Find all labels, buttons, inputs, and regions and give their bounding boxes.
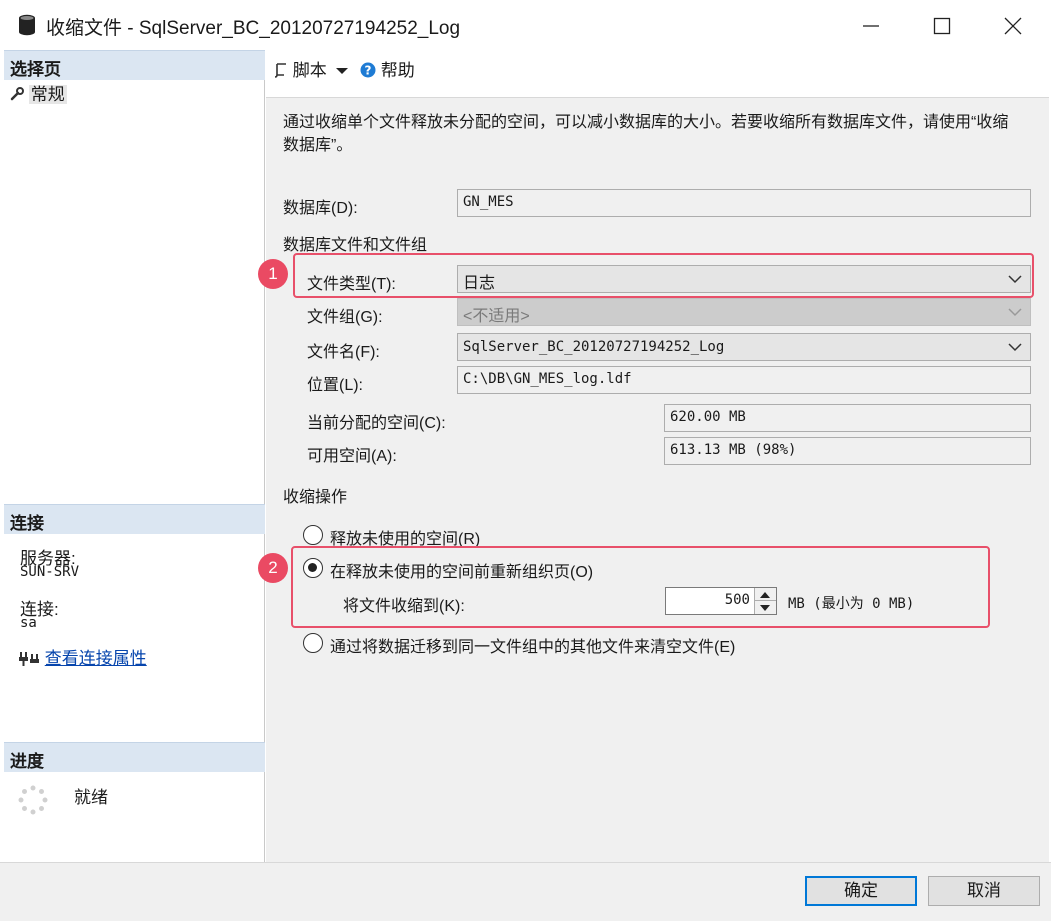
left-pane: 选择页 常规 连接 服务器: SUN-SRV 连接: sa 查看连接属性 进度 … bbox=[4, 50, 265, 862]
maximize-button[interactable] bbox=[907, 0, 977, 50]
page-item-general[interactable]: 常规 bbox=[10, 80, 67, 105]
main-content: 通过收缩单个文件释放未分配的空间，可以减小数据库的大小。若要收缩所有数据库文件，… bbox=[258, 97, 1049, 862]
dialog-footer: 确定 取消 bbox=[0, 862, 1051, 921]
ok-button[interactable]: 确定 bbox=[805, 876, 917, 906]
script-icon bbox=[274, 63, 286, 78]
script-label: 脚本 bbox=[292, 61, 327, 80]
file-name-value: SqlServer_BC_20120727194252_Log bbox=[463, 339, 725, 355]
callout-box-1 bbox=[293, 253, 1034, 298]
title-bar: 收缩文件 - SqlServer_BC_20120727194252_Log bbox=[0, 0, 1051, 50]
connection-header: 连接 bbox=[4, 504, 265, 534]
filegroup-select: <不适用> bbox=[457, 298, 1031, 326]
minimize-icon bbox=[863, 25, 879, 27]
callout-badge-2: 2 bbox=[258, 553, 288, 583]
filegroup-value: <不适用> bbox=[463, 308, 530, 325]
location-label: 位置(L): bbox=[307, 377, 364, 394]
filegroup-label: 文件组(G): bbox=[307, 309, 383, 326]
view-connection-properties[interactable]: 查看连接属性 bbox=[18, 644, 147, 669]
progress-spinner-icon bbox=[18, 785, 48, 815]
wrench-icon bbox=[10, 87, 24, 101]
available-field: 613.13 MB (98%) bbox=[664, 437, 1031, 465]
file-name-label: 文件名(F): bbox=[307, 344, 380, 361]
chevron-down-icon bbox=[1008, 308, 1022, 317]
maximize-icon bbox=[933, 17, 951, 35]
help-icon: ? bbox=[360, 62, 376, 78]
progress-status: 就绪 bbox=[74, 788, 108, 807]
file-name-select[interactable]: SqlServer_BC_20120727194252_Log bbox=[457, 333, 1031, 361]
svg-text:?: ? bbox=[365, 64, 372, 78]
select-page-header: 选择页 bbox=[4, 50, 265, 80]
close-icon bbox=[1004, 17, 1022, 35]
database-field: GN_MES bbox=[457, 189, 1031, 217]
chevron-down-icon bbox=[1008, 343, 1022, 352]
location-field: C:\DB\GN_MES_log.ldf bbox=[457, 366, 1031, 394]
database-icon bbox=[19, 14, 35, 36]
allocated-label: 当前分配的空间(C): bbox=[307, 415, 446, 432]
help-label: 帮助 bbox=[380, 61, 415, 80]
allocated-field: 620.00 MB bbox=[664, 404, 1031, 432]
chevron-down-icon[interactable] bbox=[335, 66, 349, 76]
progress-header: 进度 bbox=[4, 742, 265, 772]
cancel-button[interactable]: 取消 bbox=[928, 876, 1040, 906]
plug-icon bbox=[19, 652, 39, 666]
available-label: 可用空间(A): bbox=[307, 448, 397, 465]
shrink-heading: 收缩操作 bbox=[283, 489, 348, 506]
minimize-button[interactable] bbox=[836, 0, 906, 50]
radio-empty-file[interactable] bbox=[303, 633, 323, 653]
page-item-label: 常规 bbox=[28, 85, 67, 104]
help-button[interactable]: ? 帮助 bbox=[360, 56, 415, 81]
connection-value: sa bbox=[20, 615, 37, 631]
files-group-heading: 数据库文件和文件组 bbox=[283, 237, 428, 254]
callout-badge-1: 1 bbox=[258, 259, 288, 289]
callout-box-2 bbox=[291, 546, 990, 628]
close-button[interactable] bbox=[978, 0, 1048, 50]
window-title: 收缩文件 - SqlServer_BC_20120727194252_Log bbox=[46, 18, 461, 39]
script-button[interactable]: 脚本 bbox=[274, 56, 349, 81]
radio-empty-file-label[interactable]: 通过将数据迁移到同一文件组中的其他文件来清空文件(E) bbox=[330, 633, 735, 657]
view-connection-properties-link[interactable]: 查看连接属性 bbox=[45, 649, 147, 668]
radio-release-unused[interactable] bbox=[303, 525, 323, 545]
toolbar: 脚本 ? 帮助 bbox=[266, 50, 1051, 94]
server-value: SUN-SRV bbox=[20, 564, 80, 580]
database-label: 数据库(D): bbox=[283, 200, 358, 217]
description-text: 通过收缩单个文件释放未分配的空间，可以减小数据库的大小。若要收缩所有数据库文件，… bbox=[283, 114, 1009, 154]
